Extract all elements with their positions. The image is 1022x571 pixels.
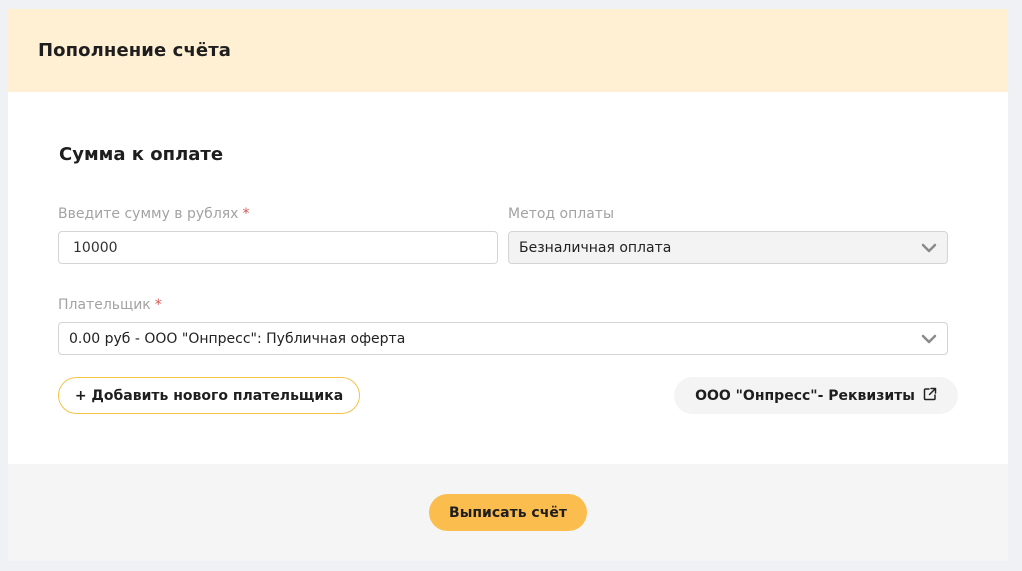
requisites-button[interactable]: ООО "Онпресс"- Реквизиты (674, 377, 958, 414)
section-title: Сумма к оплате (59, 144, 224, 165)
page-title: Пополнение счёта (38, 40, 231, 61)
amount-label: Введите сумму в рублях * (58, 206, 249, 222)
required-mark: * (242, 206, 250, 222)
add-payer-button[interactable]: + Добавить нового плательщика (58, 377, 360, 414)
amount-input[interactable] (58, 231, 498, 264)
external-link-icon (923, 387, 937, 405)
chevron-down-icon (921, 242, 937, 254)
chevron-down-icon (921, 333, 937, 345)
payer-value: 0.00 руб - ООО "Онпресс": Публичная офер… (69, 330, 406, 347)
payment-method-label: Метод оплаты (508, 206, 614, 222)
required-mark: * (154, 297, 162, 313)
card-header: Пополнение счёта (8, 9, 1008, 92)
payment-method-value: Безналичная оплата (519, 239, 672, 256)
card-footer: Выписать счёт (8, 464, 1008, 561)
submit-invoice-button[interactable]: Выписать счёт (429, 494, 587, 531)
amount-label-text: Введите сумму в рублях (58, 206, 239, 222)
card-body: Сумма к оплате Введите сумму в рублях* М… (8, 92, 1008, 464)
payer-select[interactable]: 0.00 руб - ООО "Онпресс": Публичная офер… (58, 322, 948, 355)
requisites-label: ООО "Онпресс"- Реквизиты (695, 387, 915, 404)
payer-label-text: Плательщик (58, 297, 151, 313)
payment-method-select[interactable]: Безналичная оплата (508, 231, 948, 264)
payer-label: Плательщик * (58, 297, 162, 313)
topup-card: Пополнение счёта Сумма к оплате Введите … (8, 9, 1008, 561)
